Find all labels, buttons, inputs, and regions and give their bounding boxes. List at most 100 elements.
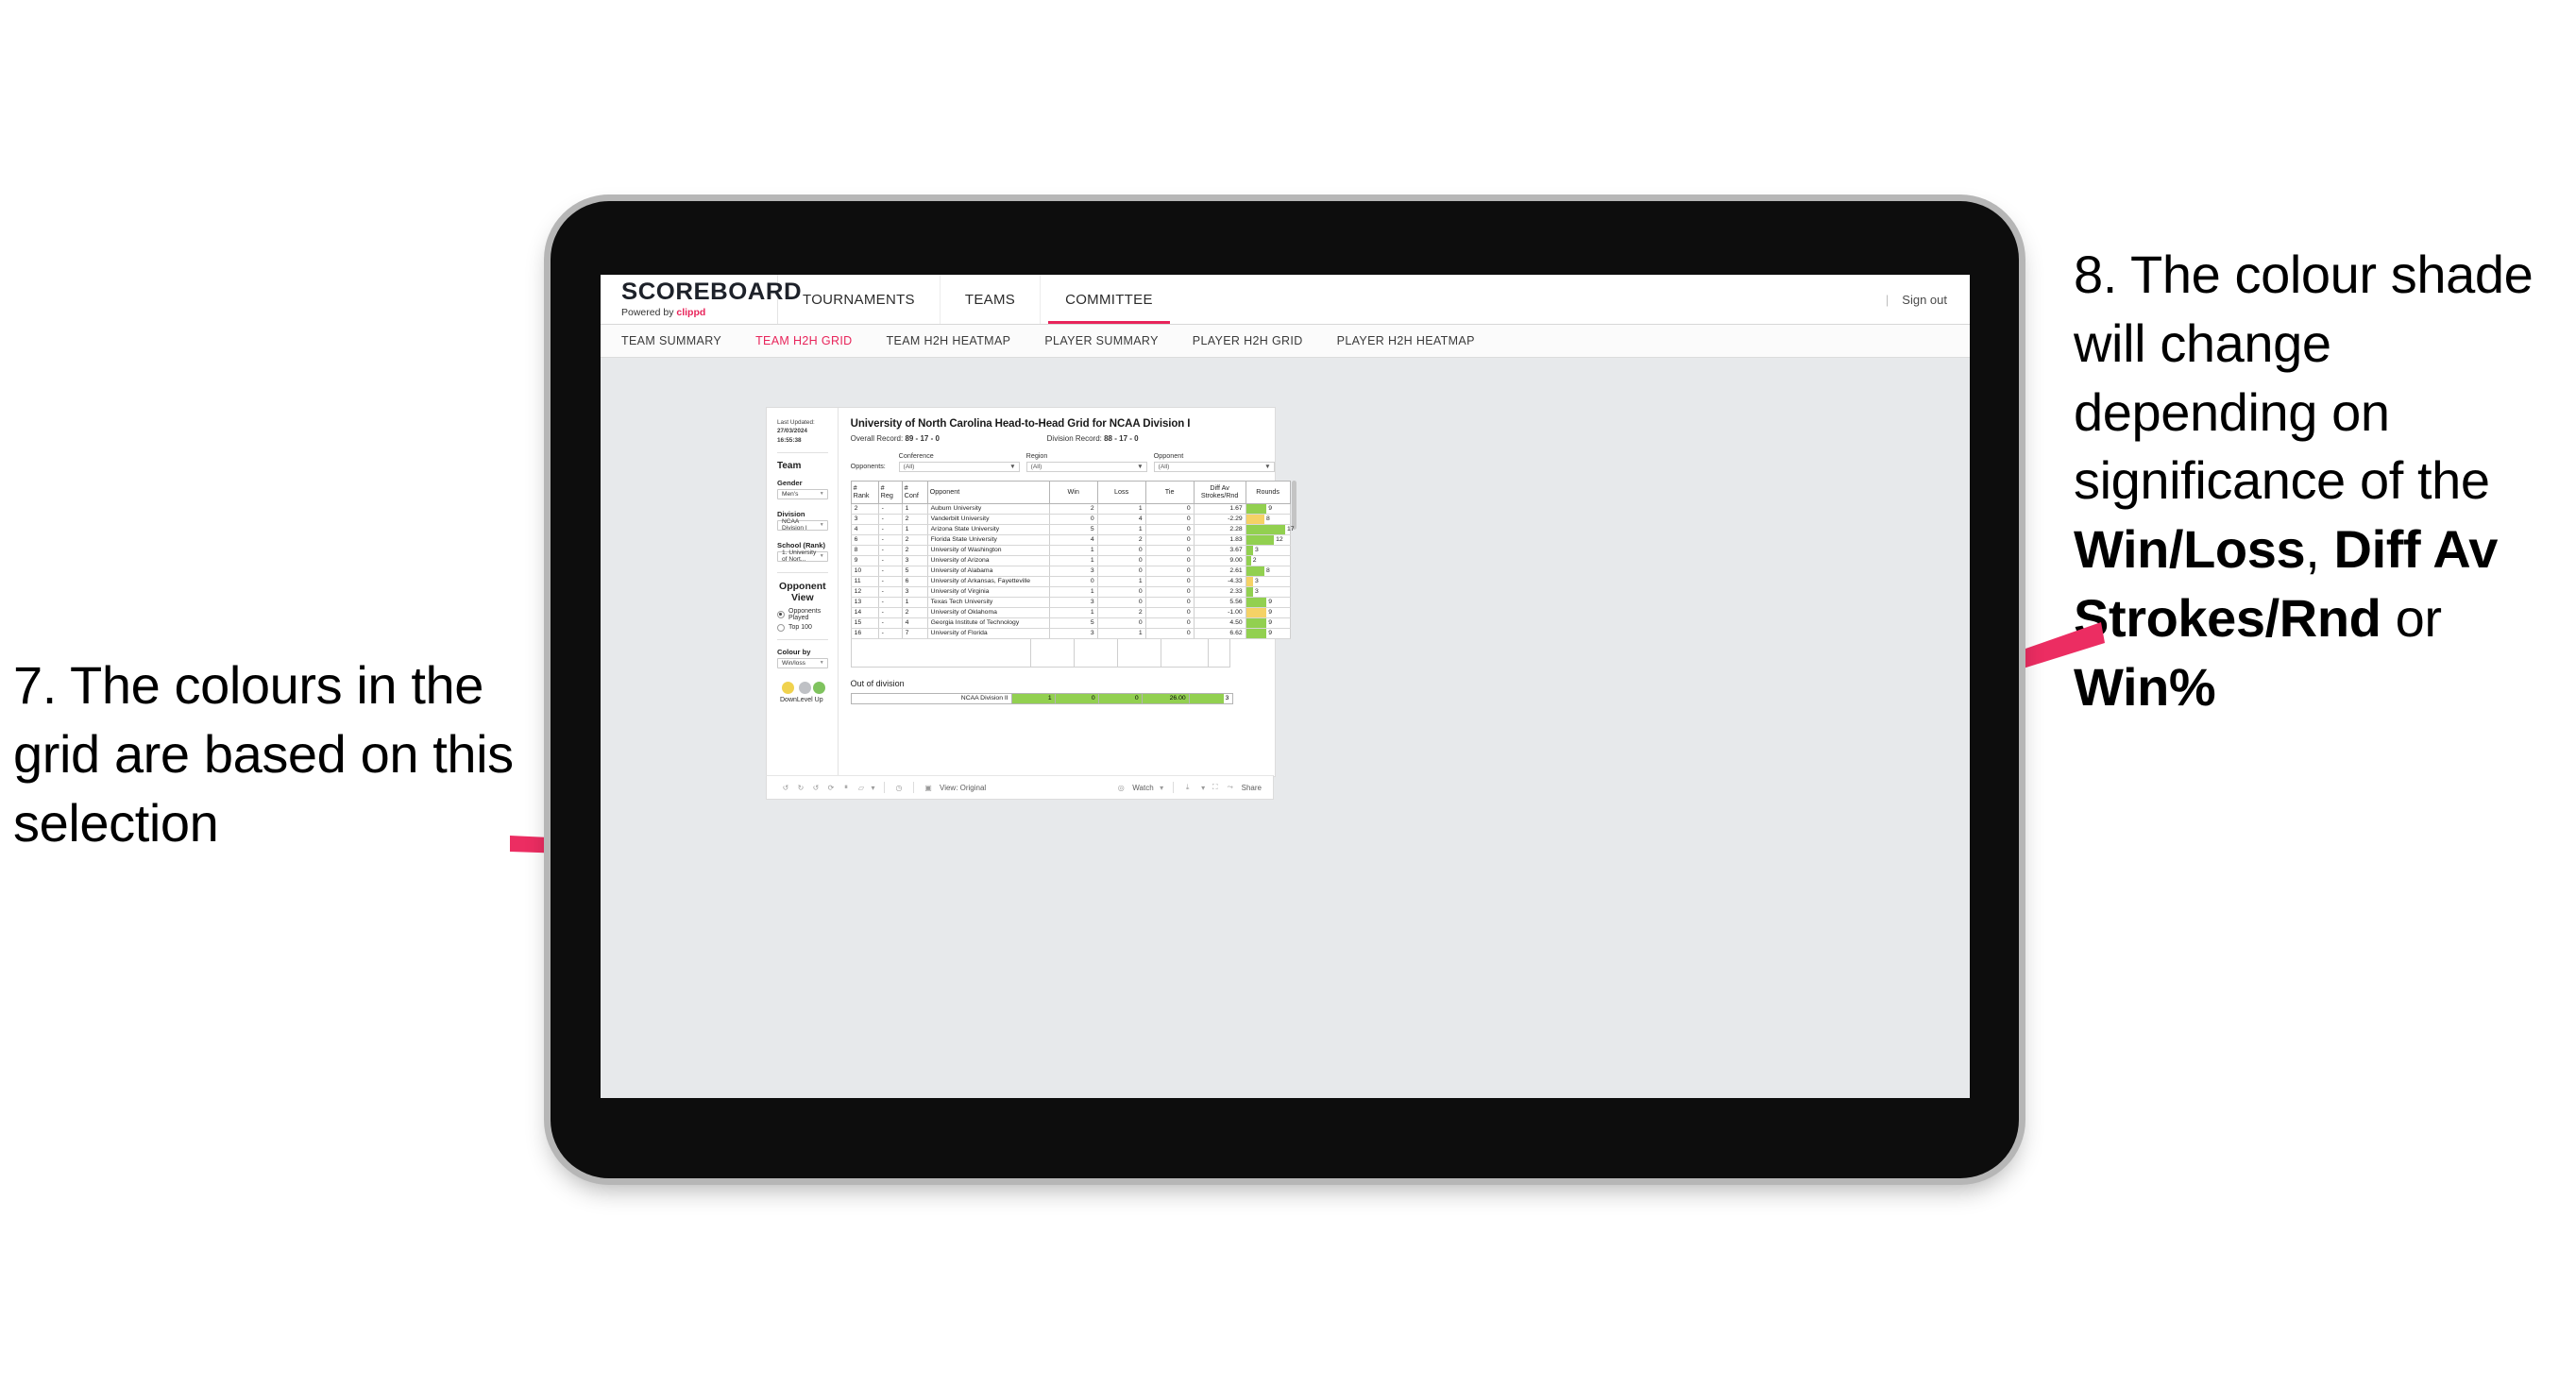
filter-conference-label: Conference	[898, 451, 934, 460]
clock-icon[interactable]: ◷	[891, 780, 907, 795]
school-rank-select[interactable]: 1. University of Nort... ▼	[777, 549, 828, 563]
view-original-button[interactable]: ▣ View: Original	[921, 780, 986, 795]
watch-label: Watch	[1132, 783, 1154, 792]
cell-win: 1	[1048, 545, 1098, 556]
refresh-icon[interactable]: ⟳	[823, 780, 839, 795]
h2h-table: # Rank # Reg # Conf Opponent Win Loss Ti…	[850, 481, 1295, 639]
filter-region-select[interactable]: (All) ▼	[1025, 462, 1147, 472]
records-row: Overall Record: 89 - 17 - 0 Division Rec…	[851, 434, 1291, 443]
cell-tie: 0	[1144, 586, 1195, 598]
subnav-item-team-h2h-grid[interactable]: TEAM H2H GRID	[755, 334, 873, 347]
rounds-bar	[1246, 617, 1267, 628]
cell-tie: 0	[1144, 555, 1195, 566]
brand-title: SCOREBOARD	[621, 279, 803, 305]
pause-icon[interactable]: ⏸	[839, 780, 854, 795]
cell-rounds: 17	[1245, 524, 1295, 535]
watch-button[interactable]: ◎ Watch ▾	[1113, 780, 1165, 795]
sign-out-link[interactable]: Sign out	[1902, 293, 1947, 307]
undo-icon[interactable]: ↺	[778, 780, 793, 795]
toolbar-divider-1	[884, 782, 885, 793]
fullscreen-button[interactable]: ⛶	[1208, 780, 1223, 795]
chevron-down-icon: ▼	[819, 659, 824, 666]
share-button[interactable]: ⤳ Share	[1223, 780, 1262, 795]
legend-level: Level	[797, 681, 813, 703]
rounds-value: 12	[1276, 536, 1283, 544]
rounds-cell: 9	[1246, 628, 1290, 638]
out-of-division-title: Out of division	[850, 678, 905, 688]
table-row: 15-4 Georgia Institute of Technology 5 0 0 4.…	[850, 617, 1291, 629]
filter-conference-select[interactable]: (All) ▼	[898, 462, 1020, 472]
download-button[interactable]: ⤓ ▾	[1180, 780, 1208, 795]
tablet-screen: SCOREBOARD Powered by clippd TOURNAMENTS…	[601, 275, 1970, 1098]
cell-diff: 3.67	[1193, 545, 1246, 556]
cell-tie: 0	[1144, 607, 1195, 618]
cell-tie: 0	[1144, 566, 1195, 577]
cell-win: 2	[1048, 503, 1098, 515]
cell-win: 4	[1048, 534, 1098, 546]
rounds-cell: 9	[1246, 503, 1290, 514]
subnav-item-player-h2h-grid[interactable]: PLAYER H2H GRID	[1193, 334, 1324, 347]
cell-win: 3	[1048, 597, 1098, 608]
cell-rank: 2	[850, 503, 879, 515]
rounds-bar	[1246, 503, 1267, 514]
subnav-item-team-h2h-heatmap[interactable]: TEAM H2H HEATMAP	[887, 334, 1032, 347]
table-row: 8-2 University of Washington 1 0 0 3.67 3	[850, 545, 1291, 556]
cell-win: 5	[1048, 524, 1098, 535]
cell-loss: 0	[1096, 597, 1146, 608]
cell-opponent: University of Washington	[926, 545, 1050, 556]
cell-conf: 3	[901, 586, 928, 598]
cell-reg: -	[877, 555, 903, 566]
col-loss: Loss	[1096, 481, 1146, 504]
team-section-title: Team	[777, 460, 802, 471]
subnav-item-player-summary[interactable]: PLAYER SUMMARY	[1044, 334, 1178, 347]
filter-region-label: Region	[1025, 451, 1048, 460]
chevron-down-icon: ▼	[819, 552, 824, 559]
division-value: NCAA Division I	[782, 518, 807, 532]
rounds-value: 3	[1255, 547, 1259, 554]
table-scrollbar[interactable]	[1291, 481, 1296, 530]
redo-icon[interactable]: ↻	[793, 780, 808, 795]
cell-conf: 7	[901, 628, 928, 639]
view-label: View: Original	[940, 783, 987, 792]
colour-by-label: Colour by	[777, 647, 811, 656]
rounds-bar	[1246, 607, 1267, 617]
filter-region-value: (All)	[1030, 464, 1042, 470]
gender-select[interactable]: Men's ▼	[777, 488, 828, 499]
col-reg-line2: Reg	[880, 491, 893, 500]
division-select[interactable]: NCAA Division I ▼	[777, 518, 828, 532]
cell-reg: -	[877, 617, 903, 629]
rounds-value: 3	[1255, 578, 1259, 585]
subnav-item-team-summary[interactable]: TEAM SUMMARY	[621, 334, 742, 347]
cell-diff: 2.28	[1193, 524, 1246, 535]
annotation-left: 7. The colours in the grid are based on …	[13, 655, 514, 853]
cell-tie: 0	[1144, 545, 1195, 556]
filter-opponent-select[interactable]: (All) ▼	[1153, 462, 1275, 472]
last-updated: Last Updated: 27/03/2024 16:55:38	[777, 418, 828, 445]
subnav-item-player-h2h-heatmap[interactable]: PLAYER H2H HEATMAP	[1337, 334, 1496, 347]
cell-loss: 1	[1096, 524, 1146, 535]
nav-item-committee[interactable]: COMMITTEE	[1040, 275, 1178, 324]
radio-opponents-played[interactable]: Opponents Played	[777, 608, 828, 621]
revert-icon[interactable]: ↺	[808, 780, 823, 795]
nav-item-tournaments[interactable]: TOURNAMENTS	[778, 275, 940, 324]
colour-by-select[interactable]: Win/loss ▼	[777, 657, 828, 668]
cell-opponent: Arizona State University	[926, 524, 1050, 535]
highlight-icon[interactable]: ▱	[854, 780, 869, 795]
cell-rounds: 8	[1245, 566, 1291, 577]
chevron-down-icon[interactable]: ▾	[869, 780, 877, 795]
cell-reg: -	[877, 524, 903, 535]
blank-cell-tie	[1118, 638, 1161, 667]
cell-rank: 3	[850, 514, 879, 525]
table-row: 11-6 University of Arkansas, Fayetteville…	[850, 576, 1291, 587]
nav-item-teams[interactable]: TEAMS	[939, 275, 1040, 324]
cell-conf: 5	[901, 566, 928, 577]
overall-record-value: 89 - 17 - 0	[905, 434, 940, 443]
cell-conf: 1	[901, 503, 928, 515]
cell-conf: 2	[901, 607, 928, 618]
radio-top-100[interactable]: Top 100	[777, 623, 828, 632]
cell-opponent: Florida State University	[926, 534, 1050, 546]
cell-win: 0	[1048, 576, 1098, 587]
cell-diff: 9.00	[1193, 555, 1246, 566]
last-updated-label: Last Updated:	[777, 419, 815, 426]
cell-tie: 0	[1144, 576, 1195, 587]
